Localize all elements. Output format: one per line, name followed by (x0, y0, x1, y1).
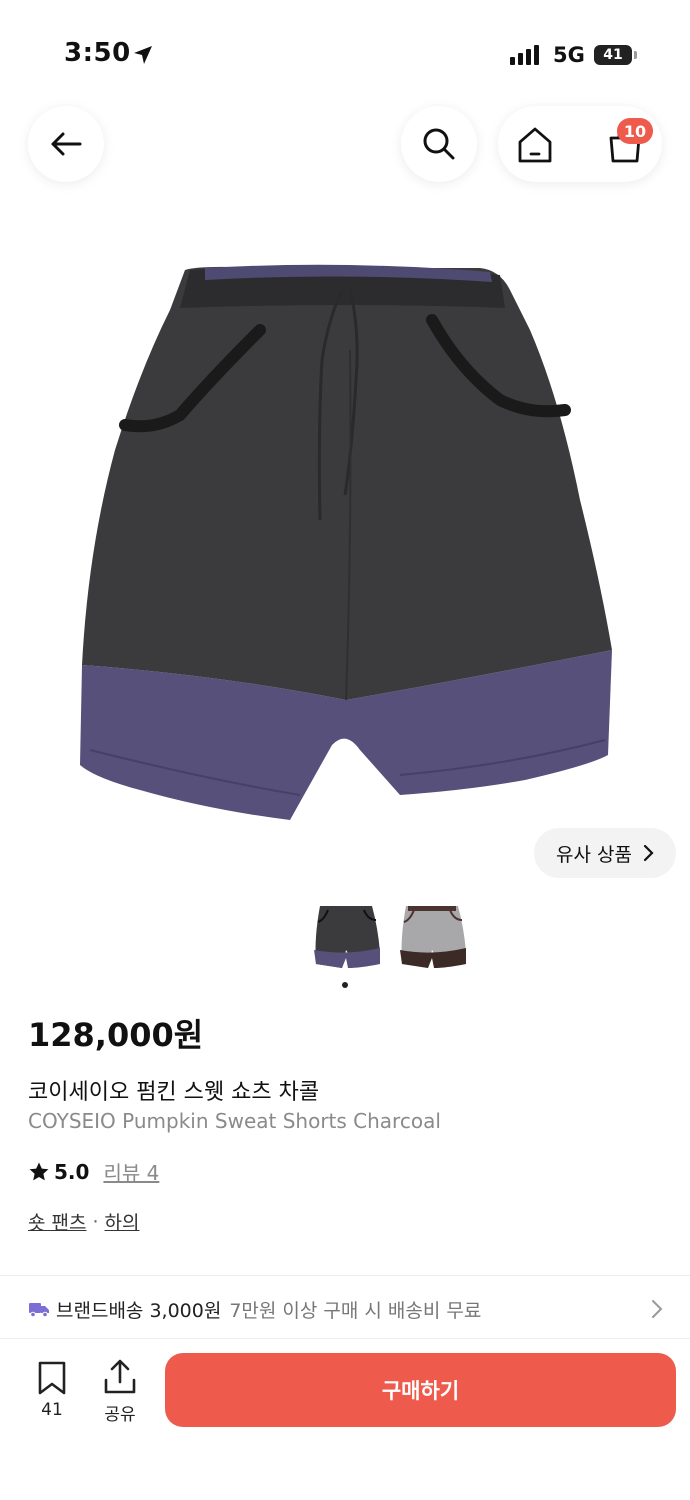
bookmark-icon (38, 1361, 66, 1395)
similar-products-button[interactable]: 유사 상품 (534, 828, 676, 878)
shipping-note: 7만원 이상 구매 시 배송비 무료 (229, 1299, 482, 1322)
truck-icon (29, 1303, 49, 1318)
thumbnail-grey[interactable] (396, 898, 468, 972)
back-button[interactable] (28, 106, 104, 182)
rating-row: 5.0 리뷰 4 (28, 1157, 159, 1186)
gallery-page-indicator (342, 982, 348, 988)
buy-button[interactable]: 구매하기 (165, 1353, 676, 1427)
product-image[interactable] (60, 250, 630, 840)
divider (0, 1275, 690, 1276)
similar-products-label: 유사 상품 (556, 843, 632, 866)
category-link-shorts[interactable]: 숏 팬츠 (28, 1208, 86, 1235)
status-time: 3:50 (64, 38, 131, 68)
battery-icon: 41 (594, 45, 632, 65)
shipping-info-row[interactable]: 브랜드배송 3,000원 7만원 이상 구매 시 배송비 무료 (28, 1294, 668, 1324)
location-arrow-icon (134, 46, 152, 64)
search-icon (423, 128, 455, 160)
thumbnail-charcoal[interactable] (310, 898, 382, 972)
network-label: 5G (553, 43, 585, 67)
share-label: 공유 (104, 1405, 136, 1425)
rating-value: 5.0 (54, 1159, 90, 1184)
battery-tip (634, 51, 637, 59)
signal-icon (510, 45, 539, 65)
arrow-left-icon (51, 132, 82, 156)
category-separator: · (92, 1210, 99, 1233)
home-button[interactable] (512, 124, 558, 166)
home-icon (518, 127, 552, 163)
share-icon (104, 1359, 136, 1394)
product-name-korean: 코이세이오 펌킨 스웻 쇼츠 차콜 (28, 1080, 320, 1105)
product-name-english: COYSEIO Pumpkin Sweat Shorts Charcoal (28, 1109, 441, 1133)
star-icon (29, 1162, 49, 1180)
share-button[interactable]: 공유 (98, 1358, 142, 1425)
chevron-right-icon (643, 844, 654, 862)
product-price: 128,000원 (28, 1016, 204, 1054)
category-link-bottoms[interactable]: 하의 (105, 1208, 140, 1235)
category-breadcrumb: 숏 팬츠 · 하의 (28, 1208, 140, 1235)
search-button[interactable] (401, 106, 477, 182)
bottom-bar-divider (0, 1338, 690, 1339)
chevron-right-icon (652, 1300, 663, 1318)
shipping-title: 브랜드배송 3,000원 (56, 1299, 222, 1322)
bookmark-button[interactable]: 41 (30, 1360, 74, 1420)
review-link[interactable]: 리뷰 4 (103, 1157, 159, 1186)
cart-count-badge: 10 (617, 118, 653, 144)
bookmark-count: 41 (41, 1400, 63, 1420)
